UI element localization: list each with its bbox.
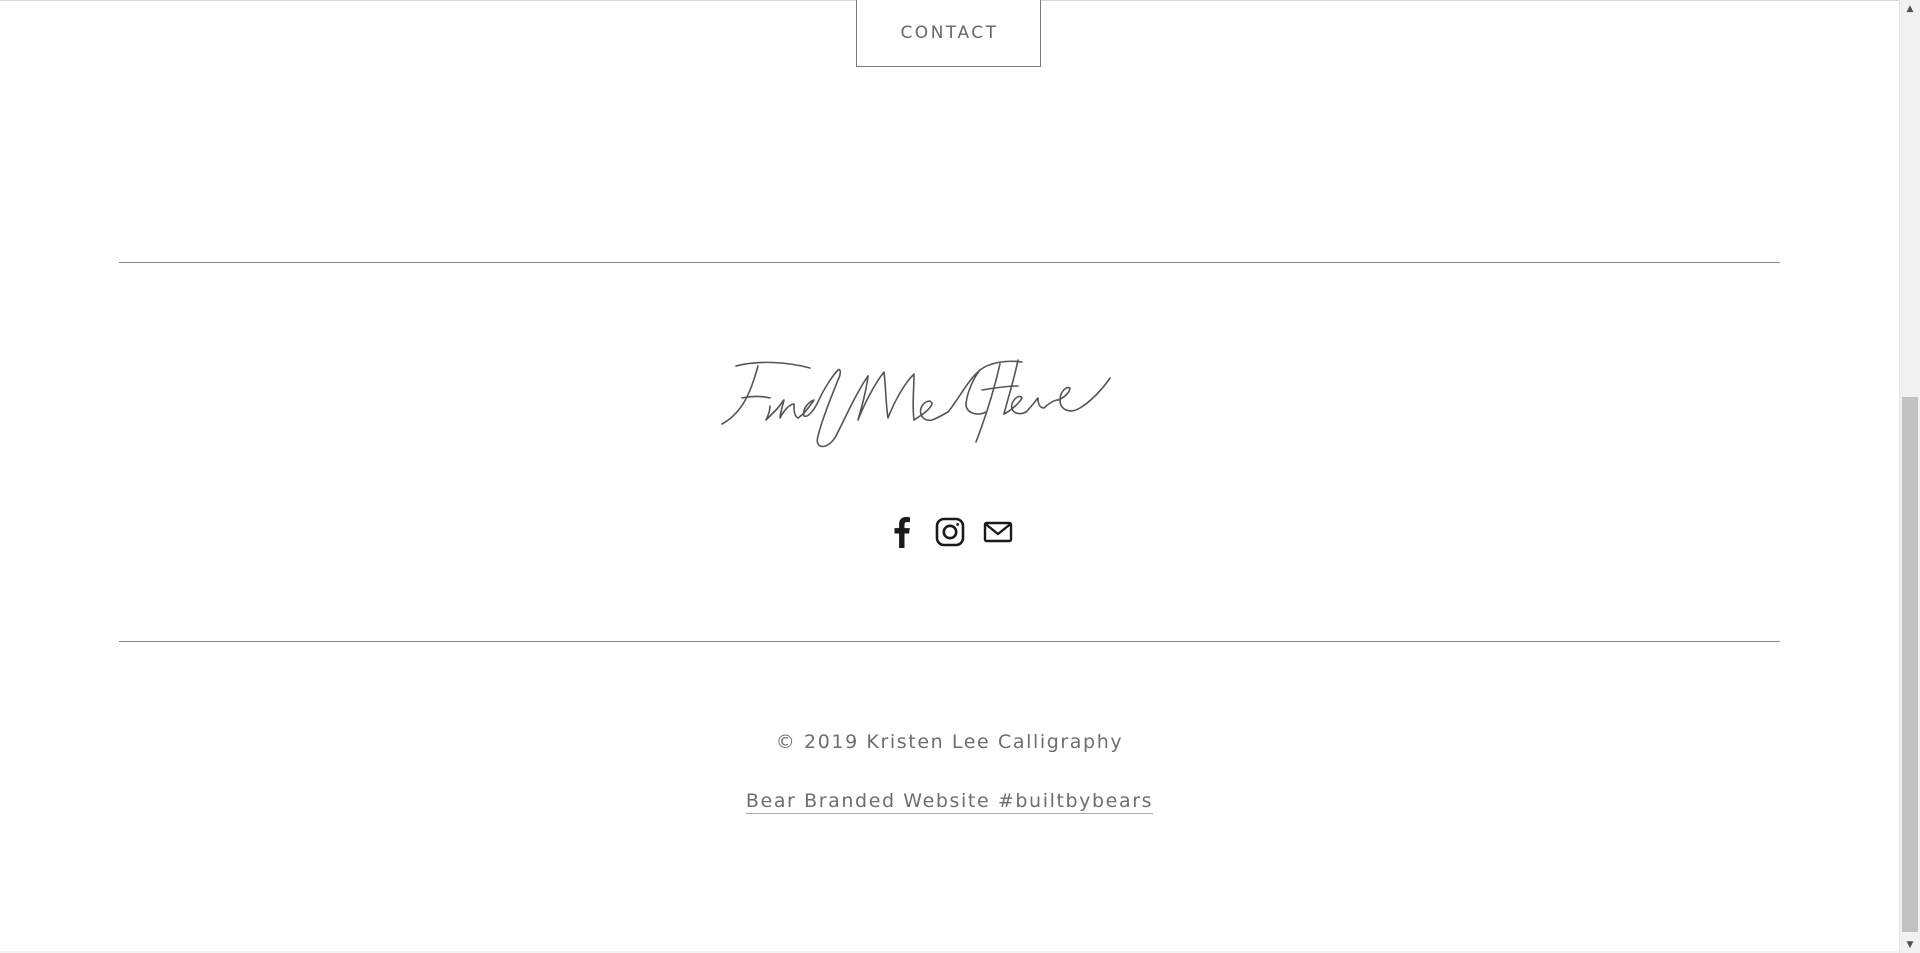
mail-icon [983, 521, 1012, 543]
copyright-text: © 2019 Kristen Lee Calligraphy [775, 731, 1124, 753]
contact-button[interactable]: CONTACT [856, 0, 1041, 67]
find-me-here-signature [721, 359, 1111, 448]
credit-wrapper: Bear Branded Website #builtbybears [0, 790, 1899, 814]
footer-divider-bottom [119, 641, 1780, 642]
page-content: CONTACT © 2019 Kristen Lee Calligraphy B… [0, 0, 1899, 953]
facebook-icon [894, 517, 910, 548]
credit-link[interactable]: Bear Branded Website #builtbybears [745, 790, 1154, 814]
social-links [0, 514, 1899, 550]
scroll-up-arrow-icon[interactable]: ▲ [1900, 0, 1920, 17]
footer-divider-top [119, 262, 1780, 263]
facebook-link[interactable] [887, 514, 917, 550]
scrollbar-thumb[interactable] [1902, 397, 1918, 932]
page: CONTACT © 2019 Kristen Lee Calligraphy B… [0, 0, 1920, 953]
instagram-icon [935, 517, 964, 547]
scroll-down-arrow-icon[interactable]: ▼ [1900, 936, 1920, 953]
instagram-link[interactable] [935, 514, 965, 550]
vertical-scrollbar[interactable]: ▲ ▼ [1899, 0, 1920, 953]
email-link[interactable] [983, 514, 1013, 550]
